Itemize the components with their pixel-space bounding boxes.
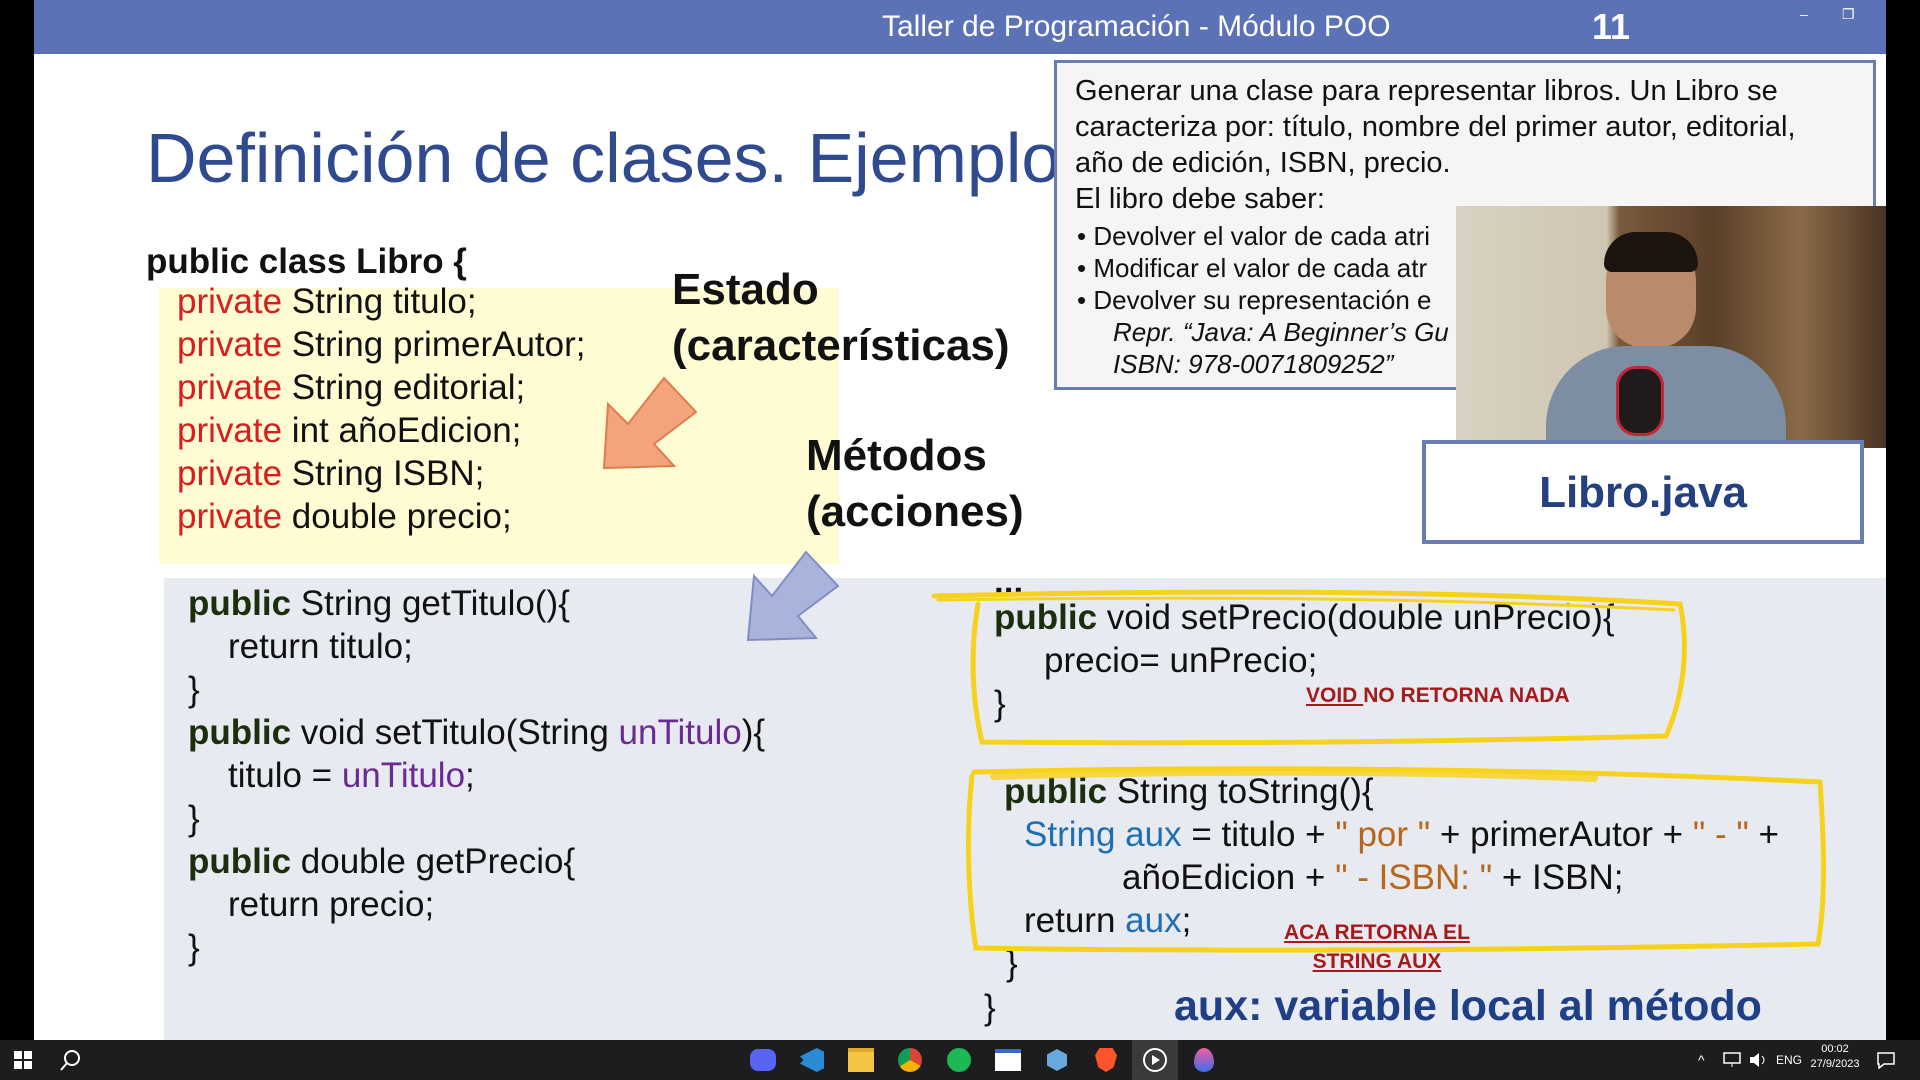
windows-taskbar: ^ ENG 00:02 27/9/2023 [0, 1040, 1920, 1080]
aux-note: aux: variable local al método [1174, 982, 1762, 1030]
code-line: titulo = unTitulo; [228, 756, 475, 795]
code-line: precio= unPrecio; [1044, 641, 1318, 680]
file-explorer-icon[interactable] [838, 1040, 884, 1080]
notifications-icon[interactable] [1876, 1051, 1896, 1069]
slide-number: 11 [1592, 6, 1631, 47]
ellipsis: ... [994, 562, 1024, 601]
field-line: private String ISBN; [177, 454, 485, 493]
minimize-button[interactable]: – [1800, 6, 1808, 22]
windows-start-icon[interactable] [0, 1040, 46, 1080]
class-close-brace: } [984, 988, 996, 1027]
header-title: Taller de Programación - Módulo POO [882, 10, 1391, 43]
code-line: public double getPrecio{ [188, 842, 576, 881]
code-line: String aux = titulo + " por " + primerAu… [1024, 815, 1779, 854]
code-line: return precio; [228, 885, 435, 924]
code-line: } [188, 799, 200, 838]
description-bullet: • Devolver su representación e [1077, 285, 1432, 315]
window-icon[interactable] [985, 1040, 1031, 1080]
left-methods-code: public String getTitulo(){ return titulo… [188, 584, 765, 971]
vscode-icon[interactable] [789, 1040, 835, 1080]
code-line: public String getTitulo(){ [188, 584, 570, 623]
description-bullet: • Modificar el valor de cada atr [1077, 253, 1428, 283]
code-line: añoEdicion + " - ISBN: " + ISBN; [1122, 858, 1624, 897]
restore-button[interactable]: ❐ [1842, 6, 1855, 23]
cube-icon[interactable] [1034, 1040, 1080, 1080]
code-line: return titulo; [228, 627, 413, 666]
network-icon[interactable] [1722, 1052, 1742, 1068]
media-player-icon[interactable] [1132, 1040, 1178, 1080]
field-line: private int añoEdicion; [177, 411, 522, 450]
estado-arrow-icon [602, 376, 698, 470]
description-isbn: ISBN: 978-0071809252” [1113, 349, 1394, 379]
return-note: ACA RETORNA EL STRING AUX [1284, 921, 1470, 973]
slide-viewer: Taller de Programación - Módulo POO 11 –… [34, 0, 1886, 1040]
spotify-icon[interactable] [936, 1040, 982, 1080]
class-declaration: public class Libro { [146, 242, 467, 281]
webcam-video [1456, 206, 1886, 448]
metodos-heading: Métodos (acciones) [806, 431, 1024, 536]
estado-heading: Estado (características) [672, 265, 1010, 370]
description-line: Generar una clase para representar libro… [1075, 75, 1778, 107]
description-reference: Repr. “Java: A Beginner’s Gu [1113, 317, 1449, 347]
file-label: Libro.java [1539, 468, 1747, 517]
volume-icon[interactable] [1748, 1052, 1768, 1068]
field-line: private String titulo; [177, 282, 477, 321]
slide-header-bar: Taller de Programación - Módulo POO 11 –… [34, 0, 1886, 54]
fields-list: private String titulo; private String pr… [177, 282, 586, 540]
field-line: private double precio; [177, 497, 512, 536]
code-line: } [188, 670, 200, 709]
description-line: caracteriza por: título, nombre del prim… [1075, 111, 1796, 143]
void-note: VOID NO RETORNA NADA [1306, 684, 1570, 707]
code-line: public void setTitulo(String unTitulo){ [188, 713, 766, 752]
code-line: public void setPrecio(double unPrecio){ [994, 598, 1615, 637]
person-shirt [1546, 346, 1786, 448]
chrome-icon[interactable] [887, 1040, 933, 1080]
discord-icon[interactable] [740, 1040, 786, 1080]
description-line: El libro debe saber: [1075, 183, 1325, 215]
person-hair [1604, 232, 1698, 272]
brave-icon[interactable] [1083, 1040, 1129, 1080]
slide-title: Definición de clases. Ejemplo [146, 119, 1061, 197]
description-line: año de edición, ISBN, precio. [1075, 147, 1451, 179]
drop-icon[interactable] [1181, 1040, 1227, 1080]
description-bullet: • Devolver el valor de cada atri [1077, 221, 1431, 251]
language-indicator[interactable]: ENG [1776, 1053, 1802, 1067]
clock[interactable]: 00:02 27/9/2023 [1808, 1043, 1862, 1070]
search-icon[interactable] [48, 1040, 94, 1080]
field-line: private String editorial; [177, 368, 526, 407]
file-label-box: Libro.java [1422, 440, 1864, 544]
field-line: private String primerAutor; [177, 325, 586, 364]
code-line: } [188, 928, 200, 967]
microphone-icon [1616, 366, 1664, 436]
code-line: public String toString(){ [1004, 772, 1374, 811]
tray-chevron-icon[interactable]: ^ [1698, 1052, 1705, 1068]
